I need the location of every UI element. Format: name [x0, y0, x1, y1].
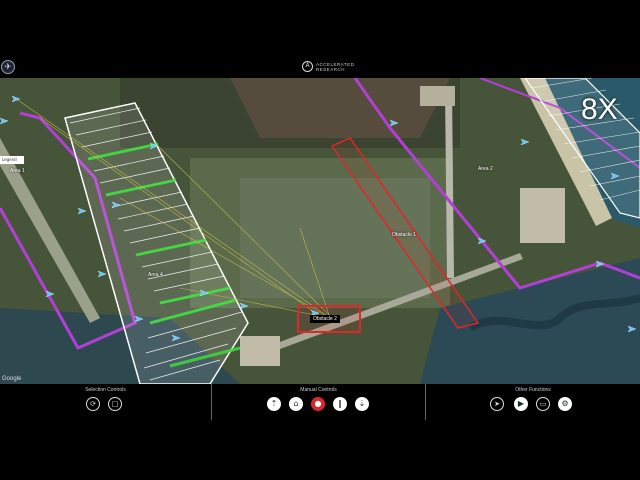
stop-square-icon: □ [111, 400, 119, 408]
other-functions-panel: Other Functions ➤ ▶ ▭ ⚙ [426, 384, 640, 422]
selection-controls-panel: Selection Controls ⟳ □ [0, 384, 211, 422]
area-2-label: Area 2 [478, 166, 493, 172]
land-button[interactable]: ⇣ [355, 397, 369, 411]
navigate-button[interactable]: ➤ [490, 397, 504, 411]
logo-mark-icon: A [302, 61, 313, 72]
takeoff-icon: ⇡ [270, 399, 278, 408]
selection-controls-title: Selection Controls [85, 387, 126, 393]
screen-button[interactable]: ▭ [536, 397, 550, 411]
satellite-map[interactable]: Area 1 Area 2 Area 4 Obstacle 1 Obstacle… [0, 78, 640, 384]
stop-selection-button[interactable]: □ [108, 397, 122, 411]
camera-icon: ▶ [517, 399, 525, 408]
camera-button[interactable]: ▶ [514, 397, 528, 411]
pause-icon: ❙ [336, 399, 344, 408]
emergency-stop-button[interactable]: ● [311, 397, 325, 411]
manual-controls-panel: Manual Controls ⇡ ⌂ ● ❙ ⇣ [212, 384, 425, 422]
navigate-icon: ➤ [494, 400, 500, 408]
pause-button[interactable]: ❙ [333, 397, 347, 411]
map-legend[interactable]: Legend [0, 156, 24, 164]
emergency-stop-icon: ● [314, 399, 322, 408]
logo-bottom-text: RESEARCH [316, 66, 346, 72]
home-button[interactable]: ⌂ [289, 397, 303, 411]
home-icon: ⌂ [293, 399, 299, 408]
obstacle-1-label: Obstacle 1 [392, 232, 416, 238]
zoom-level-label: 8X [581, 93, 618, 126]
screen-icon: ▭ [539, 400, 547, 408]
map-layer [0, 78, 640, 384]
app-logo: A ACCELERATED RESEARCH [302, 61, 354, 72]
control-bar: Selection Controls ⟳ □ Manual Controls ⇡… [0, 384, 640, 422]
manual-controls-title: Manual Controls [300, 387, 337, 393]
refresh-icon: ⟳ [90, 400, 96, 408]
takeoff-button[interactable]: ⇡ [267, 397, 281, 411]
app-window: ✈ A ACCELERATED RESEARCH Area 1 Area 2 A… [0, 0, 640, 480]
area-4-label: Area 4 [148, 272, 163, 278]
settings-button[interactable]: ⚙ [558, 397, 572, 411]
refresh-button[interactable]: ⟳ [86, 397, 100, 411]
land-icon: ⇣ [358, 399, 366, 408]
drone-menu-icon: ✈ [4, 62, 12, 71]
settings-icon: ⚙ [561, 399, 569, 408]
other-functions-title: Other Functions [515, 387, 551, 393]
obstacle-2-label: Obstacle 2 [310, 315, 340, 323]
area-1-label: Area 1 [10, 168, 25, 174]
menu-button[interactable]: ✈ [1, 60, 15, 74]
google-logo: Google [2, 376, 22, 382]
